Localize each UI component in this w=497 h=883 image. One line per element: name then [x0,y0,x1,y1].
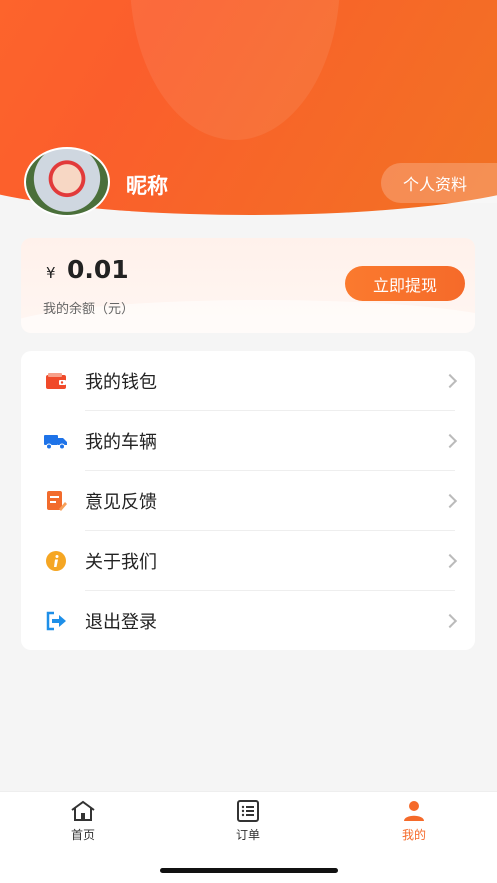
tab-orders[interactable]: 订单 [218,800,278,843]
withdraw-button[interactable]: 立即提现 [345,266,465,301]
tab-mine[interactable]: 我的 [384,800,444,843]
chevron-right-icon [442,373,458,389]
menu-item-logout[interactable]: 退出登录 [21,591,475,651]
logout-icon [44,609,68,633]
nickname: 昵称 [126,174,168,198]
info-icon [44,549,68,573]
balance-card: ¥ 0.01 我的余额（元） 立即提现 [21,238,475,333]
profile-button[interactable]: 个人资料 [381,163,497,203]
menu-item-about[interactable]: 关于我们 [21,531,475,591]
chevron-right-icon [442,553,458,569]
chevron-right-icon [442,433,458,449]
feedback-icon [44,489,68,513]
chevron-right-icon [442,613,458,629]
tab-label: 订单 [235,828,260,842]
menu-item-feedback[interactable]: 意见反馈 [21,471,475,531]
menu-item-label: 退出登录 [85,612,157,633]
menu-list: 我的钱包 我的车辆 意见反馈 关于我们 退出登录 [21,351,475,650]
home-icon [71,800,95,821]
menu-item-label: 意见反馈 [85,492,157,513]
balance-amount: 0.01 [67,255,129,284]
menu-item-wallet[interactable]: 我的钱包 [21,351,475,411]
chevron-right-icon [442,493,458,509]
home-indicator [160,868,338,873]
menu-item-label: 我的钱包 [85,372,157,393]
menu-item-label: 我的车辆 [85,432,157,453]
currency-symbol: ¥ [46,264,56,282]
profile-header: 昵称 个人资料 [0,0,497,240]
tab-label: 我的 [401,828,426,842]
menu-item-vehicle[interactable]: 我的车辆 [21,411,475,471]
tab-home[interactable]: 首页 [53,800,113,843]
balance-label: 我的余额（元） [43,302,135,317]
menu-item-label: 关于我们 [85,552,157,573]
truck-icon [44,429,68,453]
tab-label: 首页 [70,828,95,842]
user-icon [404,801,424,821]
wallet-icon [44,369,68,393]
list-icon [237,800,259,822]
avatar[interactable] [24,147,110,217]
